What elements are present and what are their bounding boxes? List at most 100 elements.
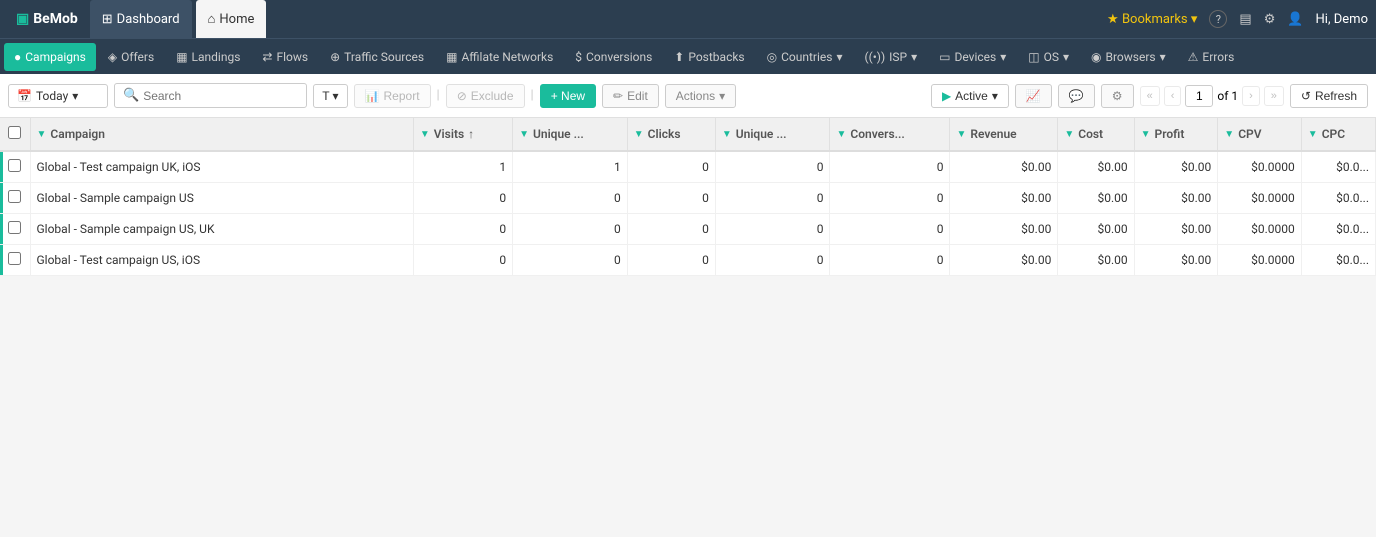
th-cpv[interactable]: ▼ CPV	[1218, 118, 1302, 151]
th-checkbox[interactable]	[0, 118, 30, 151]
campaign-name-cell: Global - Test campaign US, iOS	[30, 245, 413, 276]
gear-icon: ⚙	[1112, 89, 1123, 103]
help-icon[interactable]: ?	[1209, 10, 1227, 28]
th-clicks[interactable]: ▼ Clicks	[627, 118, 715, 151]
sidebar-item-traffic-sources[interactable]: ⊕ Traffic Sources	[320, 43, 434, 71]
clicks-cell: 0	[627, 183, 715, 214]
actions-button[interactable]: Actions ▾	[665, 84, 736, 108]
last-page-button[interactable]: »	[1264, 86, 1284, 106]
tab-dashboard[interactable]: ⊞ Dashboard	[90, 0, 192, 38]
user-greeting: Hi, Demo	[1316, 12, 1368, 27]
search-input[interactable]	[143, 89, 298, 103]
select-all-checkbox[interactable]	[8, 126, 21, 139]
th-unique-clicks[interactable]: ▼ Unique ...	[715, 118, 830, 151]
sidebar-item-landings[interactable]: ▦ Landings	[166, 43, 250, 71]
sidebar-item-os[interactable]: ◫ OS ▾	[1018, 43, 1079, 71]
unique-visits-cell: 1	[513, 151, 628, 183]
clicks-cell: 0	[627, 151, 715, 183]
unique-visits-cell: 0	[513, 183, 628, 214]
cpv-cell: $0.0000	[1218, 183, 1302, 214]
campaign-name-cell: Global - Sample campaign US, UK	[30, 214, 413, 245]
new-button[interactable]: + New	[540, 84, 596, 108]
conversions-cell: 0	[830, 151, 950, 183]
sidebar-item-flows[interactable]: ⇄ Flows	[252, 43, 318, 71]
settings-button[interactable]: ⚙	[1101, 84, 1134, 108]
tab-home-label: Home	[219, 12, 254, 27]
search-box[interactable]: 🔍	[114, 83, 307, 108]
refresh-icon: ↺	[1301, 89, 1311, 103]
row-checkbox-1[interactable]	[8, 190, 21, 203]
next-page-button[interactable]: ›	[1242, 86, 1260, 106]
tab-dashboard-label: Dashboard	[117, 12, 180, 27]
th-conversions[interactable]: ▼ Convers...	[830, 118, 950, 151]
cost-cell: $0.00	[1058, 214, 1134, 245]
logo-icon: ▣	[16, 11, 29, 27]
user-icon: 👤	[1287, 12, 1303, 27]
sidebar-item-conversions[interactable]: $ Conversions	[565, 43, 662, 71]
active-filter-button[interactable]: ▶ Active ▾	[931, 84, 1009, 108]
row-checkbox-3[interactable]	[8, 252, 21, 265]
sidebar-item-isp[interactable]: ((•)) ISP ▾	[855, 43, 928, 71]
date-chevron-icon: ▾	[72, 89, 78, 103]
row-checkbox-cell[interactable]	[0, 214, 30, 245]
th-profit[interactable]: ▼ Profit	[1134, 118, 1218, 151]
sidebar-item-browsers[interactable]: ◉ Browsers ▾	[1081, 43, 1176, 71]
prev-page-button[interactable]: ‹	[1164, 86, 1182, 106]
chart-icon: 📈	[1026, 89, 1041, 103]
logo[interactable]: ▣ BeMob	[8, 11, 86, 27]
unique-clicks-cell: 0	[715, 214, 830, 245]
settings-icon[interactable]: ⚙	[1264, 12, 1276, 27]
message-button[interactable]: 💬	[1058, 84, 1095, 108]
filter-button[interactable]: T ▾	[313, 84, 347, 108]
profit-cell: $0.00	[1134, 214, 1218, 245]
row-checkbox-0[interactable]	[8, 159, 21, 172]
row-checkbox-2[interactable]	[8, 221, 21, 234]
search-icon: 🔍	[123, 88, 139, 103]
pagination: « ‹ of 1 › »	[1140, 85, 1284, 107]
cost-cell: $0.00	[1058, 183, 1134, 214]
conversions-cell: 0	[830, 245, 950, 276]
campaign-name-cell: Global - Test campaign UK, iOS	[30, 151, 413, 183]
edit-icon: ✏	[613, 89, 623, 103]
th-unique-visits[interactable]: ▼ Unique ...	[513, 118, 628, 151]
bookmarks-btn[interactable]: ★ Bookmarks ▾	[1107, 12, 1197, 27]
sidebar-item-countries[interactable]: ◎ Countries ▾	[757, 43, 853, 71]
active-chevron-icon: ▾	[992, 89, 998, 103]
sidebar-item-errors[interactable]: ⚠ Errors	[1178, 43, 1245, 71]
th-revenue[interactable]: ▼ Revenue	[950, 118, 1058, 151]
sidebar-item-devices[interactable]: ▭ Devices ▾	[929, 43, 1016, 71]
th-cpc[interactable]: ▼ CPC	[1301, 118, 1375, 151]
active-label: Active	[955, 89, 988, 103]
date-picker[interactable]: 📅 Today ▾	[8, 84, 108, 108]
revenue-cell: $0.00	[950, 183, 1058, 214]
dashboard-icon: ⊞	[102, 12, 113, 27]
row-checkbox-cell[interactable]	[0, 245, 30, 276]
tab-home[interactable]: ⌂ Home	[196, 0, 267, 38]
sidebar-item-offers[interactable]: ◈ Offers	[98, 43, 164, 71]
page-input[interactable]	[1185, 85, 1213, 107]
th-cost[interactable]: ▼ Cost	[1058, 118, 1134, 151]
refresh-button[interactable]: ↺ Refresh	[1290, 84, 1368, 108]
visits-cell: 0	[413, 214, 512, 245]
traffic-sources-icon: ⊕	[330, 50, 340, 64]
revenue-cell: $0.00	[950, 245, 1058, 276]
th-campaign[interactable]: ▼ Campaign	[30, 118, 413, 151]
row-checkbox-cell[interactable]	[0, 183, 30, 214]
sidebar-item-affiliate-networks[interactable]: ▦ Affilate Networks	[436, 43, 563, 71]
chart-button[interactable]: 📈	[1015, 84, 1052, 108]
exclude-label: Exclude	[471, 89, 514, 103]
flows-icon: ⇄	[262, 50, 272, 64]
sidebar-item-campaigns[interactable]: ● Campaigns	[4, 43, 96, 71]
clicks-cell: 0	[627, 214, 715, 245]
profit-cell: $0.00	[1134, 245, 1218, 276]
sidebar-item-postbacks[interactable]: ⬆ Postbacks	[664, 43, 754, 71]
notification-icon[interactable]: ▤	[1239, 12, 1251, 27]
edit-label: Edit	[627, 89, 648, 103]
edit-button[interactable]: ✏ Edit	[602, 84, 659, 108]
first-page-button[interactable]: «	[1140, 86, 1160, 106]
row-checkbox-cell[interactable]	[0, 151, 30, 183]
th-visits[interactable]: ▼ Visits ↑	[413, 118, 512, 151]
report-button[interactable]: 📊 Report	[354, 84, 431, 108]
sort-profit-icon: ▼	[1141, 129, 1151, 140]
exclude-button[interactable]: ⊘ Exclude	[446, 84, 525, 108]
